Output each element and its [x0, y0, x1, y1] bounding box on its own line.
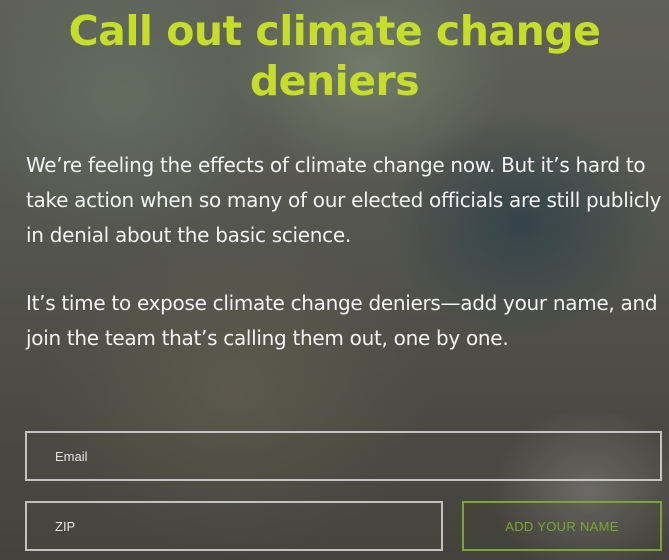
title-line-1: Call out climate change	[68, 7, 601, 55]
add-your-name-button[interactable]: ADD YOUR NAME	[462, 501, 662, 551]
call-to-action-paragraph: It’s time to expose climate change denie…	[26, 291, 658, 350]
email-field[interactable]	[25, 431, 662, 481]
page-title: Call out climate change deniers	[0, 6, 669, 106]
intro-paragraph: We’re feeling the effects of climate cha…	[26, 153, 662, 247]
zip-field[interactable]	[25, 501, 443, 551]
title-line-2: deniers	[249, 57, 420, 105]
signup-panel: Call out climate change deniers We’re fe…	[0, 0, 669, 560]
